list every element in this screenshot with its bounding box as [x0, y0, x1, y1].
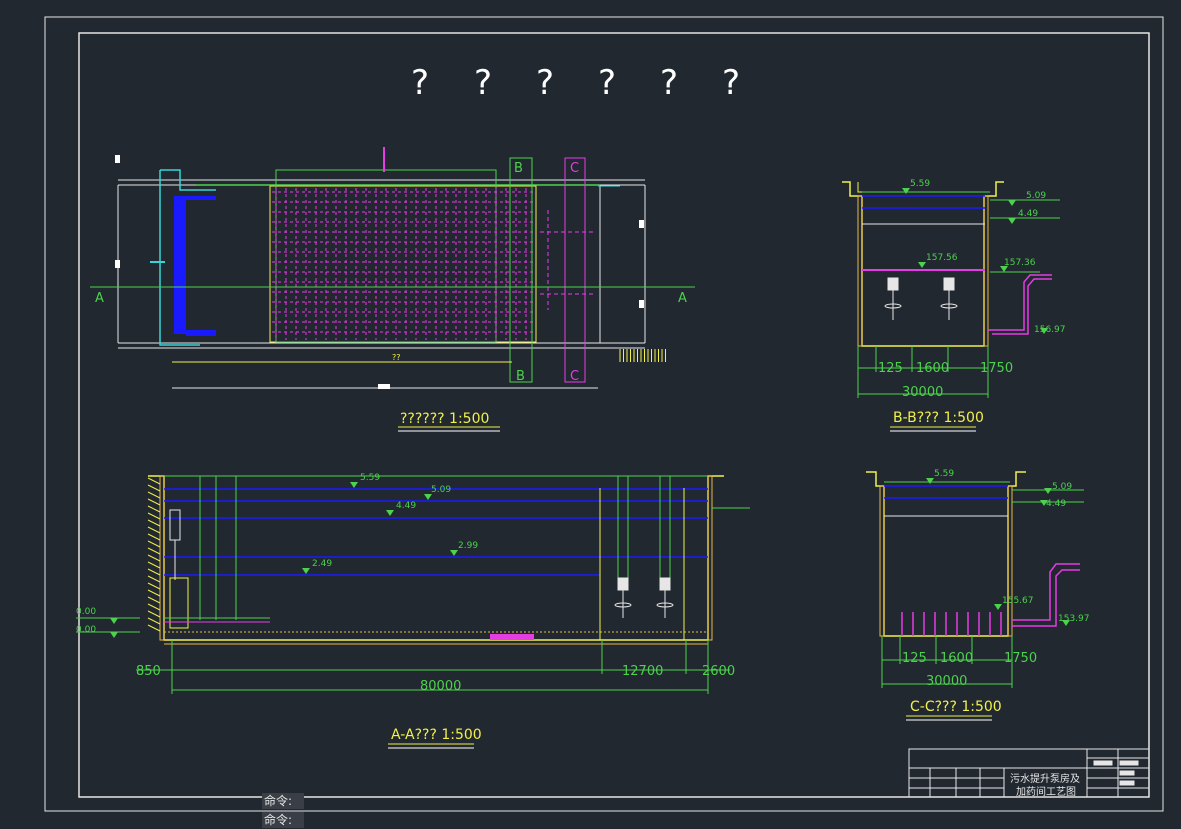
plan-view: A A B B C C ?? ?????? 1:500 [90, 147, 695, 432]
aa-level: 2.99 [458, 541, 478, 551]
bb-level: 5.09 [1026, 191, 1046, 201]
aa-left-wall-hatch [147, 477, 161, 632]
cc-dim: 30000 [926, 674, 967, 689]
section-mark-a-left: A [95, 291, 104, 306]
section-mark-b-bottom: B [516, 369, 525, 384]
cc-level: 153.97 [1058, 614, 1090, 624]
cc-nozzle-row [901, 612, 1002, 636]
diffuser-array [272, 188, 534, 340]
bb-dim: 1750 [980, 361, 1013, 376]
section-mark-a-right: A [678, 291, 687, 306]
section-bb: 5.59 5.09 4.49 157.56 157.36 156.97 125 … [842, 179, 1066, 432]
cad-drawing-canvas[interactable]: ? ? ? ? ? ? A A B B C C ?? ?????? 1:500 … [0, 0, 1181, 829]
section-bb-caption: B-B??? 1:500 [893, 410, 984, 426]
title-glyph: ? [474, 63, 492, 103]
bb-dim: 1600 [916, 361, 949, 376]
stair-hatch [619, 349, 666, 362]
aa-level: 2.49 [312, 559, 332, 569]
title-block-project-line1: 污水提升泵房及 [1010, 772, 1080, 785]
section-mark-c-top: C [570, 161, 579, 176]
bb-level: 4.49 [1018, 209, 1038, 219]
aa-dim: 12700 [622, 664, 663, 679]
title-glyph: ? [536, 63, 554, 103]
aa-dim: 2600 [702, 664, 735, 679]
cc-dim: 125 [902, 651, 927, 666]
title-glyph: ? [722, 63, 740, 103]
title-glyph: ? [411, 63, 429, 103]
section-mark-b-top: B [514, 161, 523, 176]
section-aa: 5.59 5.09 4.49 2.99 2.49 0.00 0.00 850 8… [76, 473, 750, 749]
section-cc-caption: C-C??? 1:500 [910, 699, 1002, 715]
bb-level: 156.97 [1034, 325, 1066, 335]
title-glyph: ? [598, 63, 616, 103]
drawing-title: ? ? ? ? ? ? [411, 63, 740, 103]
command-prompt[interactable]: 命令: [262, 812, 304, 828]
section-mark-c-bottom: C [570, 369, 579, 384]
aa-level: 0.00 [76, 607, 96, 617]
section-aa-caption: A-A??? 1:500 [391, 727, 482, 743]
title-block-project-line2: 加药间工艺图 [1016, 785, 1076, 798]
cc-level: 155.67 [1002, 596, 1034, 606]
bb-level: 5.59 [910, 179, 930, 189]
cc-dim: 1750 [1004, 651, 1037, 666]
cc-level: 4.49 [1046, 499, 1066, 509]
bb-dim: 125 [878, 361, 903, 376]
cc-dim: 1600 [940, 651, 973, 666]
aa-dim: 850 [136, 664, 161, 679]
sheet-outer-border [44, 16, 1164, 812]
title-glyph: ? [660, 63, 678, 103]
plan-view-caption: ?????? 1:500 [400, 411, 489, 427]
bb-level: 157.56 [926, 253, 958, 263]
section-cc: 5.59 5.09 4.49 155.67 153.97 125 1600 17… [866, 469, 1090, 721]
plan-center-label: ?? [392, 353, 401, 362]
sheet-inner-border [78, 32, 1150, 798]
aa-level: 0.00 [76, 625, 96, 635]
aa-level: 4.49 [396, 501, 416, 511]
aa-dim: 80000 [420, 679, 461, 694]
bb-level: 157.36 [1004, 258, 1036, 268]
command-prompt[interactable]: 命令: [262, 793, 304, 809]
cc-level: 5.09 [1052, 482, 1072, 492]
cc-level: 5.59 [934, 469, 954, 479]
bb-dim: 30000 [902, 385, 943, 400]
aa-level: 5.09 [431, 485, 451, 495]
aa-level: 5.59 [360, 473, 380, 483]
